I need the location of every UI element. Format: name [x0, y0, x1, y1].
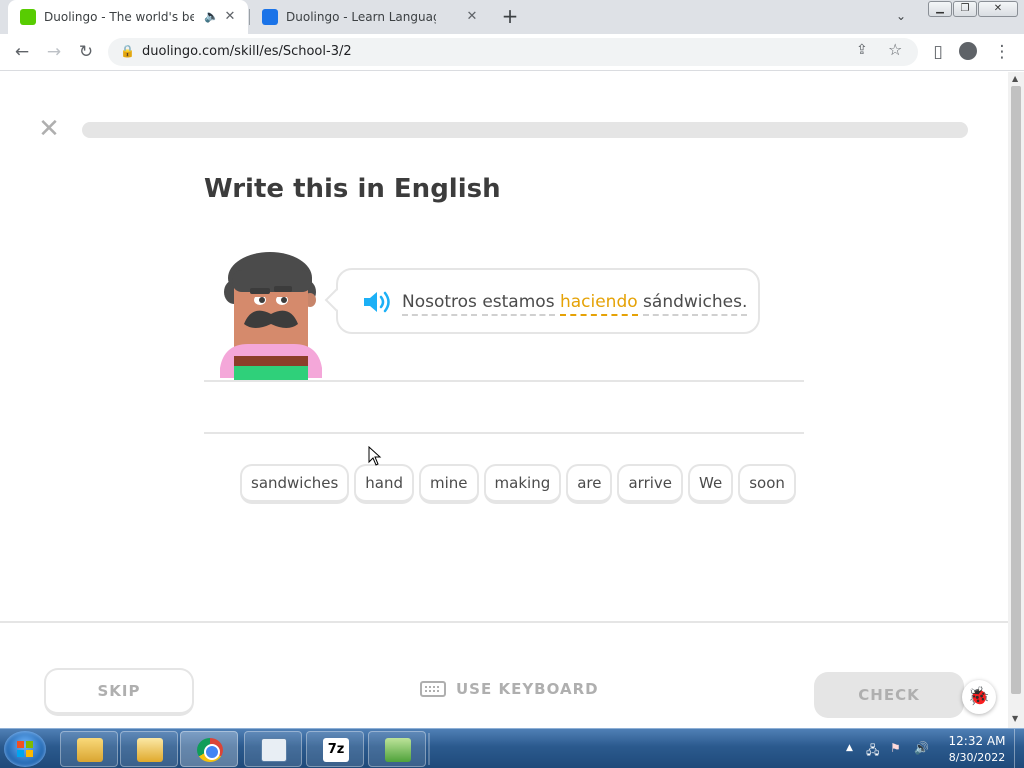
system-tray: ▲ 🖧 ⚑ 🔊 12:32 AM 8/30/2022	[840, 729, 1024, 768]
folder-icon	[77, 738, 103, 762]
taskbar-media-player[interactable]	[120, 731, 178, 767]
network-users-icon	[385, 738, 411, 762]
profile-avatar-icon[interactable]	[958, 42, 978, 62]
start-button[interactable]	[4, 731, 46, 767]
taskbar-explorer[interactable]	[60, 731, 118, 767]
browser-toolbar: ← → ↻ 🔒 duolingo.com/skill/es/School-3/2…	[0, 34, 1024, 71]
side-panel-icon[interactable]: ▯	[928, 42, 948, 62]
new-tab-plus-icon[interactable]: +	[500, 6, 520, 26]
duolingo-favicon-icon	[262, 9, 278, 25]
word-bank: sandwiches hand mine making are arrive W…	[240, 464, 796, 504]
challenge-prompt-title: Write this in English	[204, 174, 501, 204]
word-chip[interactable]: making	[483, 464, 562, 504]
network-icon[interactable]: 🖧	[866, 741, 879, 762]
duolingo-favicon-icon	[20, 9, 36, 25]
page-scrollbar[interactable]: ▲ ▼	[1008, 72, 1024, 728]
tab-title: Duolingo - Learn Languages for Fr	[286, 10, 436, 24]
forward-arrow-icon[interactable]: →	[44, 42, 64, 62]
document-editor-icon	[261, 738, 287, 762]
taskbar-network-app[interactable]	[368, 731, 426, 767]
tab-title: Duolingo - The world's best	[44, 10, 194, 24]
window-minimize-button[interactable]: ▁	[928, 1, 952, 17]
browser-menu-icon[interactable]: ⋮	[992, 42, 1012, 62]
sentence-token-new-word[interactable]: haciendo	[559, 292, 638, 316]
reload-icon[interactable]: ↻	[76, 42, 96, 62]
tab-close-icon[interactable]: ✕	[464, 9, 480, 25]
url-path: /skill/es/School-3/2	[229, 44, 352, 59]
check-button[interactable]: CHECK	[814, 672, 964, 718]
window-close-button[interactable]: ✕	[978, 1, 1018, 17]
close-lesson-icon[interactable]: ✕	[38, 116, 60, 142]
window-restore-button[interactable]: ❐	[953, 1, 977, 17]
word-chip[interactable]: We	[688, 464, 734, 504]
lesson-page: ✕ Write this in English Nosotros estamos…	[0, 72, 1008, 728]
word-chip[interactable]: are	[566, 464, 613, 504]
tab-duolingo-best[interactable]: Duolingo - The world's best 🔈 ✕	[8, 0, 248, 34]
sentence-token[interactable]: Nosotros	[402, 292, 477, 316]
7zip-icon: 7z	[323, 738, 349, 762]
word-chip[interactable]: arrive	[617, 464, 684, 504]
tab-search-chevron-icon[interactable]: ⌄	[896, 9, 906, 23]
windows-taskbar: 7z ▲ 🖧 ⚑ 🔊 12:32 AM 8/30/2022	[0, 728, 1024, 768]
mouse-pointer-icon	[368, 446, 382, 466]
word-chip[interactable]: sandwiches	[240, 464, 350, 504]
taskbar-chrome[interactable]	[180, 731, 238, 767]
scrollbar-thumb[interactable]	[1011, 86, 1021, 694]
url-text[interactable]: duolingo.com/skill/es/School-3/2	[142, 44, 352, 59]
answer-area-line[interactable]	[204, 380, 804, 382]
footer-divider	[0, 621, 1008, 623]
address-bar[interactable]: 🔒 duolingo.com/skill/es/School-3/2 ⇪ ☆	[108, 38, 918, 66]
use-keyboard-label: USE KEYBOARD	[456, 680, 599, 698]
media-player-icon	[137, 738, 163, 762]
action-center-flag-icon[interactable]: ⚑	[890, 741, 901, 755]
word-chip[interactable]: hand	[354, 464, 415, 504]
show-hidden-icons-chevron-icon[interactable]: ▲	[846, 743, 853, 753]
back-arrow-icon[interactable]: ←	[12, 42, 32, 62]
word-chip[interactable]: mine	[419, 464, 479, 504]
word-chip[interactable]: soon	[738, 464, 796, 504]
chrome-icon	[197, 738, 223, 762]
taskbar-document-editor[interactable]	[244, 731, 302, 767]
tab-audio-icon[interactable]: 🔈	[204, 9, 219, 23]
browser-tab-bar: Duolingo - The world's best 🔈 ✕ Duolingo…	[0, 0, 1024, 34]
bookmark-star-icon[interactable]: ☆	[888, 40, 902, 59]
speech-bubble: Nosotros estamos haciendo sándwiches.	[324, 268, 760, 334]
speaker-icon[interactable]	[362, 290, 392, 314]
keyboard-icon	[420, 681, 446, 697]
taskbar-separator	[428, 733, 430, 765]
skip-button[interactable]: SKIP	[44, 668, 194, 716]
share-icon[interactable]: ⇪	[856, 42, 868, 58]
url-host: duolingo.com	[142, 44, 230, 59]
clock-date[interactable]: 8/30/2022	[942, 751, 1012, 764]
volume-icon[interactable]: 🔊	[914, 741, 929, 755]
prompt-sentence: Nosotros estamos haciendo sándwiches.	[402, 292, 748, 316]
lesson-progress-bar	[82, 122, 968, 138]
character-illustration	[220, 252, 322, 382]
show-desktop-button[interactable]	[1014, 729, 1024, 768]
sentence-token[interactable]: estamos	[482, 292, 555, 316]
use-keyboard-button[interactable]: USE KEYBOARD	[420, 680, 599, 698]
scroll-down-arrow-icon[interactable]: ▼	[1012, 714, 1018, 723]
report-bug-icon[interactable]: 🐞	[962, 680, 996, 714]
speech-bubble-tail	[324, 288, 348, 312]
clock-time[interactable]: 12:32 AM	[942, 734, 1012, 748]
tab-close-icon[interactable]: ✕	[222, 9, 238, 25]
lock-icon[interactable]: 🔒	[120, 44, 135, 58]
answer-area-line[interactable]	[204, 432, 804, 434]
scroll-up-arrow-icon[interactable]: ▲	[1012, 74, 1018, 83]
tab-duolingo-learn[interactable]: Duolingo - Learn Languages for Fr ✕	[250, 0, 490, 34]
sentence-token[interactable]: sándwiches.	[643, 292, 748, 316]
taskbar-7zip[interactable]: 7z	[306, 731, 364, 767]
